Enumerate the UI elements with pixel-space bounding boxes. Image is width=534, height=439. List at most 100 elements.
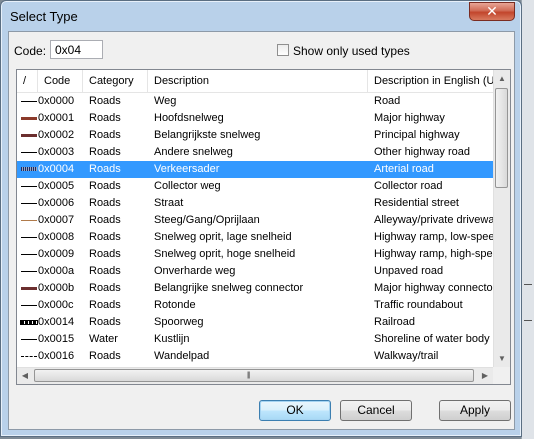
- table-row[interactable]: 0x0001 Roads Hoofdsnelweg Major highway: [17, 110, 493, 127]
- dialog-title: Select Type: [10, 9, 78, 24]
- scroll-corner: [493, 367, 510, 384]
- english-description-cell: Unpaved road: [374, 265, 444, 277]
- description-cell: Hoofdsnelweg: [154, 112, 224, 124]
- english-description-cell: Principal highway: [374, 129, 460, 141]
- table-row[interactable]: 0x000c Roads Rotonde Traffic roundabout: [17, 297, 493, 314]
- dialog-client-area: Code: Show only used types / Code Catego…: [8, 31, 515, 430]
- english-description-cell: Major highway connector: [374, 282, 493, 294]
- column-header-description[interactable]: Description: [148, 70, 368, 92]
- table-row[interactable]: 0x0016 Roads Wandelpad Walkway/trail: [17, 348, 493, 365]
- line-style-icon: [20, 320, 38, 325]
- code-cell: 0x0006: [38, 197, 75, 209]
- scroll-right-icon[interactable]: ▶: [477, 368, 493, 384]
- close-icon: ✕: [486, 3, 498, 19]
- column-header-symbol[interactable]: /: [17, 70, 38, 92]
- code-cell: 0x0016: [38, 350, 75, 362]
- column-header-category[interactable]: Category: [83, 70, 148, 92]
- code-cell: 0x0008: [38, 231, 75, 243]
- scroll-left-icon[interactable]: ◀: [17, 368, 33, 384]
- select-type-dialog: Select Type ✕ Code: Show only used types…: [0, 0, 522, 437]
- english-description-cell: Major highway: [374, 112, 445, 124]
- horizontal-scroll-thumb[interactable]: |||: [34, 369, 474, 382]
- column-header-code[interactable]: Code: [38, 70, 83, 92]
- code-cell: 0x000b: [38, 282, 75, 294]
- description-cell: Collector weg: [154, 180, 221, 192]
- code-input[interactable]: [50, 40, 103, 59]
- english-description-cell: Shoreline of water body: [374, 333, 490, 345]
- description-cell: Rotonde: [154, 299, 196, 311]
- table-row[interactable]: 0x0004 Roads Verkeersader Arterial road: [17, 161, 493, 178]
- english-description-cell: Other highway road: [374, 146, 470, 158]
- table-row[interactable]: 0x0006 Roads Straat Residential street: [17, 195, 493, 212]
- category-cell: Roads: [89, 248, 121, 260]
- category-cell: Roads: [89, 299, 121, 311]
- english-description-cell: Traffic roundabout: [374, 299, 463, 311]
- table-row[interactable]: 0x000b Roads Belangrijke snelweg connector…: [17, 280, 493, 297]
- code-cell: 0x000c: [38, 299, 74, 311]
- english-description-cell: Arterial road: [374, 163, 434, 175]
- category-cell: Roads: [89, 95, 121, 107]
- line-style-icon: [21, 356, 37, 357]
- table-row[interactable]: 0x0005 Roads Collector weg Collector road: [17, 178, 493, 195]
- code-cell: 0x0000: [38, 95, 75, 107]
- code-label: Code:: [14, 44, 47, 58]
- description-cell: Verkeersader: [154, 163, 220, 175]
- line-style-icon: [21, 117, 37, 120]
- category-cell: Roads: [89, 180, 121, 192]
- cancel-button[interactable]: Cancel: [340, 400, 412, 421]
- description-cell: Belangrijke snelweg connector: [154, 282, 304, 294]
- ok-button[interactable]: OK: [259, 400, 331, 421]
- column-header-english[interactable]: Description in English (U.S.: [368, 70, 493, 92]
- description-cell: Weg: [154, 95, 177, 107]
- table-row[interactable]: 0x0008 Roads Snelweg oprit, lage snelheid H…: [17, 229, 493, 246]
- category-cell: Roads: [89, 112, 121, 124]
- code-cell: 0x0001: [38, 112, 75, 124]
- english-description-cell: Railroad: [374, 316, 415, 328]
- line-style-icon: [21, 152, 37, 153]
- table-row[interactable]: 0x000a Roads Onverharde weg Unpaved road: [17, 263, 493, 280]
- line-style-icon: [21, 305, 37, 306]
- line-style-icon: [21, 237, 37, 238]
- english-description-cell: Walkway/trail: [374, 350, 439, 362]
- table-row[interactable]: 0x0014 Roads Spoorweg Railroad: [17, 314, 493, 331]
- category-cell: Roads: [89, 163, 121, 175]
- horizontal-scrollbar[interactable]: ◀ ||| ▶: [17, 367, 493, 384]
- table-row[interactable]: 0x0003 Roads Andere snelweg Other highway r…: [17, 144, 493, 161]
- description-cell: Belangrijkste snelweg: [154, 129, 261, 141]
- description-cell: Andere snelweg: [154, 146, 233, 158]
- table-row[interactable]: 0x0000 Roads Weg Road: [17, 93, 493, 110]
- line-style-icon: [21, 134, 37, 137]
- types-list[interactable]: / Code Category Description Description …: [16, 69, 511, 385]
- description-cell: Kustlijn: [154, 333, 190, 345]
- apply-button[interactable]: Apply: [439, 400, 511, 421]
- background-window-strip: [521, 0, 534, 439]
- scroll-down-icon[interactable]: ▼: [494, 350, 510, 367]
- show-used-types-label[interactable]: Show only used types: [293, 44, 410, 58]
- list-header: / Code Category Description Description …: [17, 70, 493, 93]
- line-style-icon: [21, 203, 37, 204]
- english-description-cell: Residential street: [374, 197, 459, 209]
- category-cell: Roads: [89, 265, 121, 277]
- table-row[interactable]: 0x0015 Water Kustlijn Shoreline of water bo…: [17, 331, 493, 348]
- category-cell: Roads: [89, 214, 121, 226]
- vertical-scrollbar[interactable]: ▲ ▼: [493, 70, 510, 367]
- line-style-icon: [21, 186, 37, 187]
- close-button[interactable]: ✕: [469, 2, 515, 21]
- line-style-icon: [21, 339, 37, 340]
- table-row[interactable]: 0x0009 Roads Snelweg oprit, hoge snelheid H…: [17, 246, 493, 263]
- grip-icon: |||: [247, 372, 251, 379]
- table-row[interactable]: 0x0007 Roads Steeg/Gang/Oprijlaan Alleyway/…: [17, 212, 493, 229]
- english-description-cell: Highway ramp, low-speed: [374, 231, 493, 243]
- category-cell: Roads: [89, 129, 121, 141]
- category-cell: Roads: [89, 350, 121, 362]
- code-cell: 0x0014: [38, 316, 75, 328]
- show-used-types-checkbox[interactable]: [277, 44, 289, 56]
- english-description-cell: Highway ramp, high-speed: [374, 248, 493, 260]
- line-style-icon: [21, 101, 37, 102]
- code-cell: 0x0002: [38, 129, 75, 141]
- table-row[interactable]: 0x0002 Roads Belangrijkste snelweg Principa…: [17, 127, 493, 144]
- vertical-scroll-thumb[interactable]: [495, 88, 508, 188]
- description-cell: Onverharde weg: [154, 265, 236, 277]
- scroll-up-icon[interactable]: ▲: [494, 70, 510, 87]
- code-cell: 0x0005: [38, 180, 75, 192]
